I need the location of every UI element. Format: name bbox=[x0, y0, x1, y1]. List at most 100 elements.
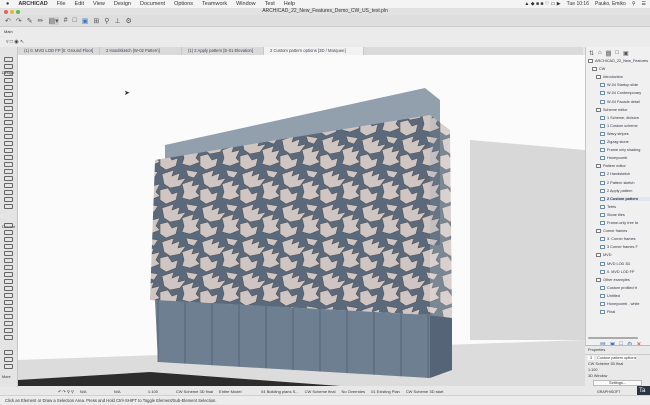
tool-icon[interactable] bbox=[4, 364, 13, 369]
settings-button[interactable]: Settings... bbox=[593, 380, 642, 386]
tool-icon[interactable] bbox=[4, 350, 13, 355]
navigator-item[interactable]: 3. Corner frames bbox=[600, 237, 636, 242]
navigator-item[interactable]: Honeycomb - white bbox=[600, 302, 640, 306]
tool-icon[interactable] bbox=[4, 321, 13, 326]
tool-icon[interactable] bbox=[4, 293, 13, 298]
navigation-icons[interactable]: ↶ ↷ ⚲ ⚲ bbox=[58, 389, 74, 394]
grid-icon[interactable]: # bbox=[64, 17, 68, 24]
navigator-item[interactable]: W-04 Contemporary bbox=[600, 91, 641, 96]
menu-document[interactable]: Document bbox=[140, 1, 165, 7]
tool-icon[interactable] bbox=[4, 78, 13, 83]
navigator-item[interactable]: Custom profiled fr bbox=[600, 285, 637, 290]
navigator-item[interactable]: Introduction bbox=[596, 75, 623, 80]
tool-icon[interactable] bbox=[4, 300, 13, 305]
tool-icon[interactable] bbox=[4, 314, 13, 319]
tool-icon[interactable] bbox=[4, 197, 13, 202]
tool-icon[interactable] bbox=[4, 71, 13, 76]
menu-file[interactable]: File bbox=[57, 1, 66, 7]
settings-icon[interactable]: ⚙ bbox=[126, 17, 132, 25]
menu-app[interactable]: ARCHICAD bbox=[18, 1, 47, 7]
navigator-item[interactable]: 1 Scheme, division bbox=[600, 115, 639, 120]
apple-icon[interactable]: ● bbox=[6, 1, 9, 7]
tool-icon[interactable] bbox=[4, 64, 13, 69]
tab-handsketch[interactable]: 2 Handsketch [W-02 Pattern] bbox=[100, 47, 182, 55]
navigator-item[interactable]: Frame only shading bbox=[600, 148, 640, 153]
menu-view[interactable]: View bbox=[93, 1, 105, 7]
tool-icon[interactable] bbox=[4, 223, 13, 228]
tool-icon[interactable] bbox=[4, 265, 13, 270]
tool-icon[interactable] bbox=[4, 106, 13, 111]
tool-icon[interactable] bbox=[4, 113, 13, 118]
navigator-item[interactable]: Wavy stripes bbox=[600, 131, 629, 136]
tool-icon[interactable] bbox=[4, 120, 13, 125]
tab-custom-pattern-options[interactable]: 2 Custom pattern options [3D / Marquee] bbox=[264, 47, 364, 55]
na-field-2[interactable]: N/A bbox=[114, 389, 142, 394]
tool-icon[interactable] bbox=[4, 272, 13, 277]
undo-icon[interactable]: ↶ bbox=[5, 17, 11, 25]
section-icon[interactable]: ⊞ bbox=[93, 17, 99, 25]
mvo-field[interactable]: CW Scheme final bbox=[305, 389, 336, 394]
project-map-icon[interactable]: ⌂ bbox=[598, 50, 602, 57]
tool-icon[interactable] bbox=[4, 279, 13, 284]
tool-icon[interactable] bbox=[4, 141, 13, 146]
zoom-button[interactable] bbox=[16, 10, 20, 14]
close-button[interactable] bbox=[4, 10, 8, 14]
menu-window[interactable]: Window bbox=[236, 1, 256, 7]
tool-icon[interactable] bbox=[4, 230, 13, 235]
scale-field[interactable]: 1:100 bbox=[148, 389, 170, 394]
view-id[interactable]: 3 bbox=[588, 356, 595, 360]
menu-design[interactable]: Design bbox=[114, 1, 131, 7]
navigator-item[interactable]: 1 Custom scheme bbox=[600, 123, 638, 128]
list-icon[interactable]: ☰ bbox=[642, 1, 646, 7]
selection-method[interactable]: ▿ □ ◉ ↖ bbox=[6, 39, 24, 45]
layers-icon[interactable]: ▤▾ bbox=[48, 16, 59, 25]
tool-icon[interactable] bbox=[4, 155, 13, 160]
tool-icon[interactable] bbox=[4, 169, 13, 174]
navigator-item[interactable]: 2 Custom pattern bbox=[600, 196, 650, 201]
tool-icon[interactable] bbox=[4, 127, 13, 132]
layer-combo-field[interactable]: CW Scheme 3D final bbox=[176, 389, 213, 394]
tool-icon[interactable] bbox=[4, 57, 13, 62]
navigator-item[interactable]: 3 Corner frames F bbox=[600, 245, 638, 250]
tool-icon[interactable] bbox=[4, 328, 13, 333]
tool-icon[interactable] bbox=[4, 307, 13, 312]
zoom-icon[interactable]: ⚲ bbox=[104, 17, 109, 25]
tool-icon[interactable] bbox=[4, 204, 13, 209]
navigator-item[interactable]: W-04 Startup slide bbox=[600, 83, 638, 88]
tab-mvd-lod-fp[interactable]: (1) 0. MVD LOD FP [0. Ground Floor] bbox=[18, 47, 100, 55]
tool-icon[interactable] bbox=[4, 92, 13, 97]
navigator-item[interactable]: Final bbox=[600, 310, 615, 315]
layout-book-icon[interactable]: □ bbox=[615, 50, 619, 57]
pen-set-field[interactable]: 04 Building plans S... bbox=[261, 389, 299, 394]
properties-header[interactable]: Properties bbox=[585, 346, 650, 355]
navigator-item[interactable]: 2 Apply pattern bbox=[600, 188, 632, 193]
navigator-item[interactable]: MVD bbox=[596, 253, 611, 258]
tool-icon[interactable] bbox=[4, 183, 13, 188]
tool-icon[interactable] bbox=[4, 286, 13, 291]
tool-icon[interactable] bbox=[4, 244, 13, 249]
navigator-item[interactable]: Frame-only tree fa bbox=[600, 221, 638, 225]
navigator-item[interactable]: CW bbox=[592, 67, 605, 72]
tool-icon[interactable] bbox=[4, 251, 13, 256]
navigator-item[interactable]: 2 Handsketch bbox=[600, 172, 630, 177]
redo-icon[interactable]: ↷ bbox=[16, 17, 22, 25]
navigator-item[interactable]: W-04 Facade detail bbox=[600, 99, 640, 104]
menu-options[interactable]: Options bbox=[174, 1, 193, 7]
view-map-icon[interactable]: ▤ bbox=[605, 50, 612, 57]
overrides-field[interactable]: No Overrides bbox=[342, 389, 366, 394]
tool-icon[interactable] bbox=[4, 176, 13, 181]
navigator-options-icon[interactable]: ⇅ bbox=[589, 50, 594, 57]
navigator-item[interactable]: Scheme editor bbox=[596, 107, 627, 112]
horizontal-scrollbar[interactable] bbox=[588, 337, 638, 339]
menu-help[interactable]: Help bbox=[284, 1, 295, 7]
search-icon[interactable]: ⚲ bbox=[632, 1, 636, 7]
navigator-item[interactable]: Other examples bbox=[596, 277, 630, 282]
3d-view-icon[interactable]: ▣ bbox=[82, 17, 89, 25]
model-view-field[interactable]: Entire Model bbox=[219, 389, 255, 394]
3d-viewport[interactable]: ➤ bbox=[18, 55, 585, 386]
na-field-1[interactable]: N/A bbox=[80, 389, 108, 394]
tool-icon[interactable] bbox=[4, 258, 13, 263]
navigator-item[interactable]: Pattern editor bbox=[596, 164, 626, 169]
tool-icon[interactable] bbox=[4, 190, 13, 195]
status-icons[interactable]: ▲ ◆ ■ ■ ♡ ▭ ▶ bbox=[524, 1, 560, 7]
